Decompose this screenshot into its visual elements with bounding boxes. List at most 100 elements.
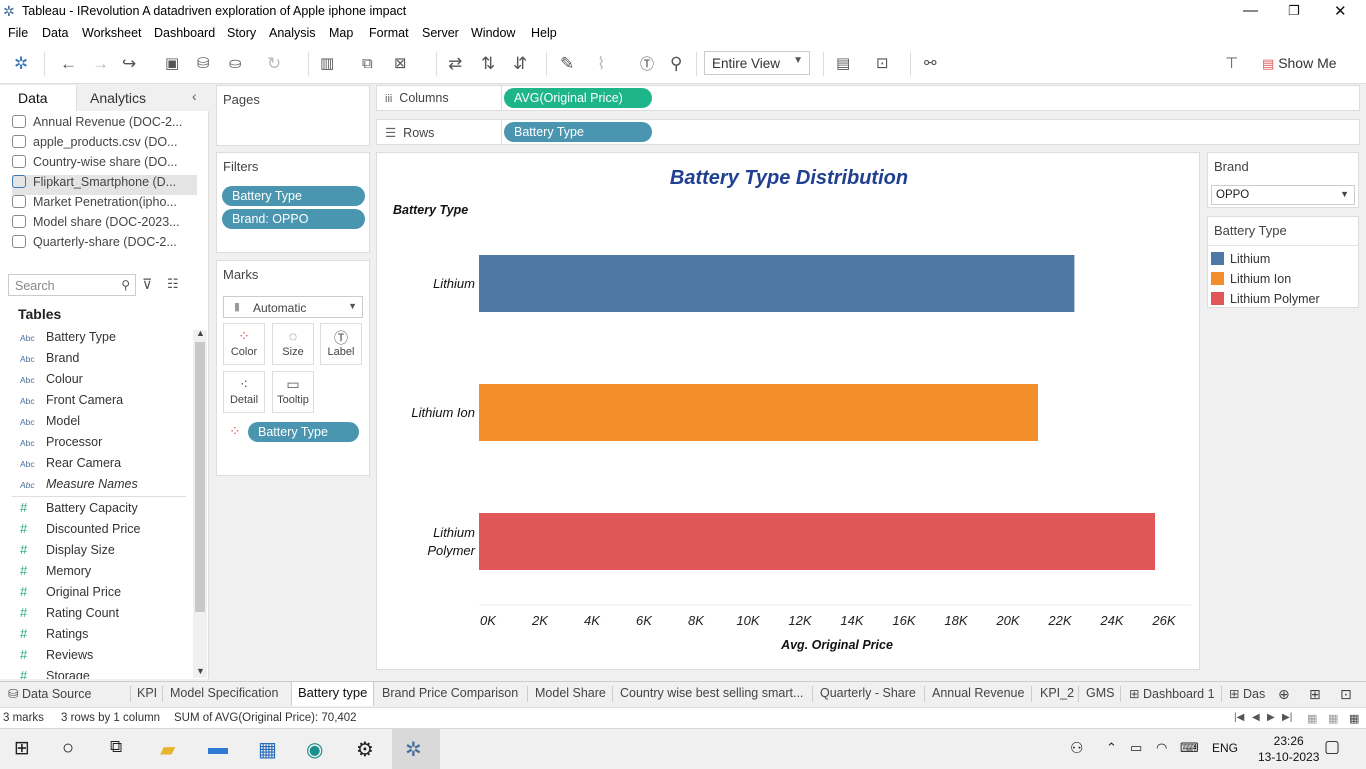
pause-updates-icon[interactable]: ⛀ <box>229 54 242 74</box>
minimize-button[interactable]: — <box>1243 2 1258 19</box>
sheet-tab-gms[interactable]: GMS <box>1086 686 1114 700</box>
highlight-icon[interactable]: ✎ <box>560 54 574 74</box>
marks-pill-battery-type[interactable]: Battery Type <box>248 422 359 442</box>
keyboard-icon[interactable]: ⌨ <box>1180 740 1199 756</box>
pin-icon[interactable]: ⊤ <box>1225 54 1238 74</box>
rows-shelf[interactable]: ☰ Rows Battery Type <box>376 119 1360 145</box>
people-icon[interactable]: ⚇ <box>1070 739 1083 757</box>
datasource-item[interactable]: Annual Revenue (DOC-2... <box>12 115 197 135</box>
field-brand[interactable]: Abc Brand <box>20 351 79 365</box>
sheet-tab-brand-price-comparison[interactable]: Brand Price Comparison <box>382 686 518 700</box>
datasource-item-selected[interactable]: Flipkart_Smartphone (D... <box>12 175 197 195</box>
mark-type-dropdown[interactable]: ▮ Automatic ▼ <box>223 296 363 318</box>
menu-story[interactable]: Story <box>227 26 256 40</box>
menu-worksheet[interactable]: Worksheet <box>82 26 142 40</box>
field-front-camera[interactable]: Abc Front Camera <box>20 393 123 407</box>
menu-window[interactable]: Window <box>471 26 515 40</box>
tab-grid-icon[interactable]: ▦ <box>1328 712 1338 725</box>
new-worksheet-tab-icon[interactable]: ⊕ <box>1278 686 1290 703</box>
chart-view[interactable]: Battery Type Distribution Battery Type A… <box>376 152 1200 670</box>
settings-gear-icon[interactable]: ⚙ <box>356 737 374 762</box>
undo-icon[interactable]: ← <box>60 54 77 74</box>
field-colour[interactable]: Abc Colour <box>20 372 83 386</box>
redo-icon[interactable]: → <box>92 54 109 74</box>
legend-item-lithium[interactable]: Lithium <box>1211 252 1270 266</box>
scroll-down-icon[interactable]: ▼ <box>196 666 205 676</box>
datasource-item[interactable]: Market Penetration(ipho... <box>12 195 197 215</box>
sheet-tab-kpi-2[interactable]: KPI_2 <box>1040 686 1074 700</box>
menu-map[interactable]: Map <box>329 26 353 40</box>
field-battery-capacity[interactable]: # Battery Capacity <box>20 500 138 515</box>
restore-button[interactable]: ❐ <box>1288 3 1300 19</box>
edge-browser-icon[interactable]: ◉ <box>306 737 323 762</box>
duplicate-icon[interactable]: ⧉ <box>362 54 373 74</box>
menu-server[interactable]: Server <box>422 26 459 40</box>
menu-file[interactable]: File <box>8 26 28 40</box>
field-processor[interactable]: Abc Processor <box>20 435 102 449</box>
sheet-tab-quarterly-share[interactable]: Quarterly - Share <box>820 686 916 700</box>
bar-chart[interactable] <box>377 153 1201 671</box>
scrollbar-thumb[interactable] <box>195 342 205 612</box>
prev-sheet-icon[interactable]: ◀ <box>1252 712 1260 723</box>
clock[interactable]: 23:26 13-10-2023 <box>1258 733 1319 765</box>
sheet-tab-das[interactable]: ⊞ Das <box>1229 686 1269 701</box>
wifi-icon[interactable]: ◠ <box>1156 740 1167 756</box>
show-tabs-icon[interactable]: ▦ <box>1349 712 1359 725</box>
field-memory[interactable]: # Memory <box>20 563 91 578</box>
menu-data[interactable]: Data <box>42 26 68 40</box>
field-display-size[interactable]: # Display Size <box>20 542 115 557</box>
bar-lithium-polymer[interactable] <box>479 513 1155 570</box>
refresh-icon[interactable]: ↻ <box>267 54 281 74</box>
menu-help[interactable]: Help <box>531 26 557 40</box>
sheet-tab-country-wise[interactable]: Country wise best selling smart... <box>620 686 803 700</box>
pages-card[interactable]: Pages <box>216 85 370 146</box>
group-icon[interactable]: ⌇ <box>597 54 605 74</box>
field-battery-type[interactable]: Abc Battery Type <box>20 330 116 344</box>
task-view-icon[interactable]: ⧉ <box>110 737 122 757</box>
tab-analytics[interactable]: Analytics <box>90 90 146 106</box>
field-reviews[interactable]: # Reviews <box>20 647 93 662</box>
tableau-home-icon[interactable]: ✲ <box>14 54 28 74</box>
file-explorer-icon[interactable]: ▰ <box>160 737 175 762</box>
field-original-price[interactable]: # Original Price <box>20 584 121 599</box>
tab-data[interactable]: Data <box>18 90 48 106</box>
marks-tooltip-button[interactable]: ▭ Tooltip <box>272 371 314 413</box>
brand-filter-dropdown[interactable]: OPPO ▼ <box>1211 185 1355 205</box>
sheet-tab-kpi[interactable]: KPI <box>137 686 157 700</box>
marks-color-button[interactable]: ⁘ Color <box>223 323 265 365</box>
collapse-pane-icon[interactable]: ‹ <box>192 88 197 104</box>
legend-item-lithium-polymer[interactable]: Lithium Polymer <box>1211 292 1320 306</box>
language-indicator[interactable]: ENG <box>1212 741 1238 755</box>
calculator-icon[interactable]: ▦ <box>258 737 277 762</box>
film-strip-icon[interactable]: ▦ <box>1307 712 1317 725</box>
datasource-item[interactable]: Quarterly-share (DOC-2... <box>12 235 197 255</box>
show-me-button[interactable]: ▤ Show Me <box>1262 55 1337 72</box>
datasource-item[interactable]: Country-wise share (DO... <box>12 155 197 175</box>
bar-lithium-ion[interactable] <box>479 384 1038 441</box>
menu-analysis[interactable]: Analysis <box>269 26 316 40</box>
pc-icon[interactable]: ▬ <box>208 737 228 760</box>
data-source-tab[interactable]: ⛁ Data Source <box>8 686 91 701</box>
field-storage[interactable]: # Storage <box>20 668 90 679</box>
new-worksheet-icon[interactable]: ▥ <box>320 54 334 74</box>
tray-chevron-icon[interactable]: ⌃ <box>1106 740 1117 756</box>
show-cards-icon[interactable]: ▤ <box>836 54 850 74</box>
last-sheet-icon[interactable]: ▶| <box>1282 712 1292 723</box>
first-sheet-icon[interactable]: |◀ <box>1234 712 1244 723</box>
vertical-scrollbar[interactable]: ▲ ▼ <box>193 328 207 678</box>
rows-pill[interactable]: Battery Type <box>504 122 652 142</box>
view-options-icon[interactable]: ☷ <box>167 276 179 292</box>
marks-label-button[interactable]: Ⓣ Label <box>320 323 362 365</box>
fit-dropdown[interactable]: Entire View ▼ <box>704 51 810 75</box>
network-icon[interactable]: ▭ <box>1130 740 1142 756</box>
notification-icon[interactable]: ▢ <box>1324 737 1340 757</box>
clear-sheet-icon[interactable]: ⊠ <box>394 54 407 74</box>
datasource-item[interactable]: Model share (DOC-2023... <box>12 215 197 235</box>
share-icon[interactable]: ⚯ <box>924 54 937 74</box>
sheet-tab-model-share[interactable]: Model Share <box>535 686 606 700</box>
menu-format[interactable]: Format <box>369 26 409 40</box>
new-dashboard-tab-icon[interactable]: ⊞ <box>1309 686 1321 703</box>
menu-dashboard[interactable]: Dashboard <box>154 26 215 40</box>
close-button[interactable]: ✕ <box>1334 2 1347 20</box>
sheet-tab-model-specification[interactable]: Model Specification <box>170 686 278 700</box>
